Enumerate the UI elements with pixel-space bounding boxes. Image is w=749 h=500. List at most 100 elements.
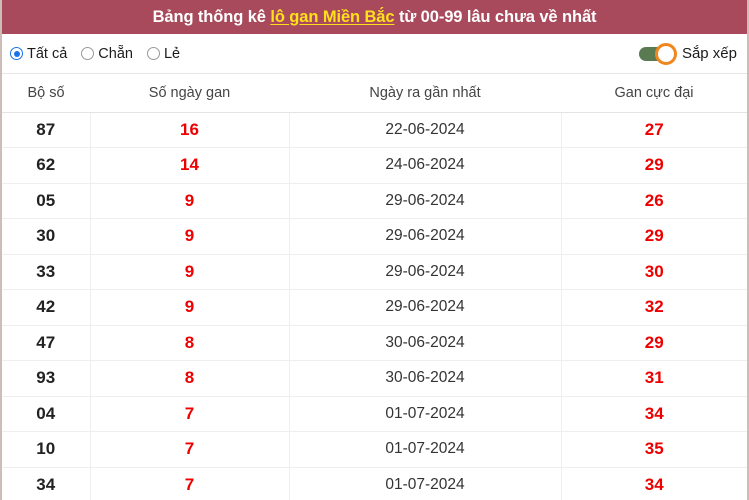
table-header-row: Bộ số Số ngày gan Ngày ra gần nhất Gan c… — [2, 74, 747, 113]
cell-so-ngay-gan: 7 — [90, 396, 290, 432]
cell-gan-cuc-dai-text: 32 — [644, 297, 664, 317]
filter-toolbar: Tất cả Chẵn Lẻ Sắp xếp — [2, 34, 747, 74]
sort-toggle-group[interactable]: Sắp xếp — [638, 43, 737, 65]
cell-ngay-ra-gan-nhat-text: 30-06-2024 — [385, 333, 465, 351]
cell-so-ngay-gan: 7 — [90, 431, 290, 468]
page-title-highlight[interactable]: lô gan Miền Bắc — [270, 8, 394, 26]
radio-option-le[interactable]: Lẻ — [146, 45, 181, 62]
table-row[interactable]: 30 9 29-06-2024 29 — [2, 218, 747, 255]
cell-so-ngay-gan: 7 — [90, 467, 290, 500]
cell-so-ngay-gan: 9 — [90, 289, 290, 326]
cell-gan-cuc-dai-text: 30 — [644, 261, 664, 281]
cell-ngay-ra-gan-nhat-text: 29-06-2024 — [385, 191, 465, 209]
cell-gan-cuc-dai: 31 — [561, 360, 747, 397]
cell-so-ngay-gan-text: 8 — [184, 368, 195, 388]
cell-ngay-ra-gan-nhat: 29-06-2024 — [289, 289, 562, 326]
cell-so-ngay-gan-text: 14 — [180, 155, 199, 175]
cell-gan-cuc-dai: 32 — [561, 289, 747, 326]
cell-ngay-ra-gan-nhat-text: 01-07-2024 — [385, 404, 465, 422]
cell-bo-so-text: 87 — [36, 119, 56, 139]
table-row[interactable]: 10 7 01-07-2024 35 — [2, 431, 747, 468]
radio-dot-icon — [81, 47, 95, 60]
cell-bo-so-text: 42 — [36, 297, 56, 317]
cell-so-ngay-gan-text: 7 — [184, 474, 195, 494]
column-header-so-ngay-gan[interactable]: Số ngày gan — [90, 74, 289, 113]
cell-bo-so: 10 — [2, 431, 91, 468]
cell-gan-cuc-dai-text: 31 — [644, 368, 664, 388]
table-row[interactable]: 87 16 22-06-2024 27 — [2, 112, 747, 148]
cell-so-ngay-gan-text: 9 — [184, 190, 195, 210]
cell-bo-so-text: 10 — [36, 439, 56, 459]
cell-ngay-ra-gan-nhat: 01-07-2024 — [289, 431, 562, 468]
cell-ngay-ra-gan-nhat: 24-06-2024 — [289, 147, 562, 184]
cell-ngay-ra-gan-nhat-text: 29-06-2024 — [385, 298, 465, 316]
radio-label-chan: Chẵn — [98, 45, 133, 62]
column-header-bo-so[interactable]: Bộ số — [2, 74, 90, 113]
cell-bo-so-text: 04 — [36, 403, 56, 423]
cell-gan-cuc-dai: 27 — [561, 112, 747, 148]
page-header-bar: Bảng thống kê lô gan Miền Bắc từ 00-99 l… — [2, 0, 747, 34]
cell-gan-cuc-dai-text: 29 — [644, 332, 664, 352]
radio-option-chan[interactable]: Chẵn — [81, 46, 133, 62]
cell-bo-so-text: 62 — [36, 155, 56, 175]
table-row[interactable]: 62 14 24-06-2024 29 — [2, 147, 747, 184]
table-row[interactable]: 34 7 01-07-2024 34 — [2, 467, 747, 500]
lo-gan-table: Bộ số Số ngày gan Ngày ra gần nhất Gan c… — [2, 74, 747, 500]
cell-ngay-ra-gan-nhat: 30-06-2024 — [289, 360, 562, 397]
cell-so-ngay-gan: 8 — [90, 325, 290, 361]
cell-bo-so-text: 05 — [36, 190, 56, 210]
cell-bo-so-text: 30 — [36, 226, 56, 246]
sort-toggle-switch[interactable] — [638, 43, 677, 65]
cell-ngay-ra-gan-nhat-text: 29-06-2024 — [385, 262, 465, 280]
table-row[interactable]: 42 9 29-06-2024 32 — [2, 289, 747, 326]
page-root: Bảng thống kê lô gan Miền Bắc từ 00-99 l… — [0, 0, 749, 500]
sort-toggle-label: Sắp xếp — [681, 45, 737, 62]
radio-label-tat-ca: Tất cả — [27, 45, 68, 62]
radio-option-tat-ca[interactable]: Tất cả — [10, 46, 67, 62]
table-row[interactable]: 05 9 29-06-2024 26 — [2, 183, 747, 219]
cell-ngay-ra-gan-nhat: 29-06-2024 — [289, 254, 562, 290]
cell-gan-cuc-dai: 35 — [561, 431, 747, 468]
table-row[interactable]: 47 8 30-06-2024 29 — [2, 325, 747, 361]
cell-so-ngay-gan-text: 16 — [180, 119, 199, 139]
cell-bo-so: 93 — [2, 360, 91, 397]
cell-gan-cuc-dai-text: 26 — [644, 190, 664, 210]
cell-so-ngay-gan-text: 9 — [184, 226, 195, 246]
cell-bo-so: 34 — [2, 467, 91, 500]
cell-ngay-ra-gan-nhat-text: 01-07-2024 — [385, 475, 465, 493]
cell-gan-cuc-dai-text: 34 — [644, 403, 664, 423]
radio-label-le: Lẻ — [163, 45, 181, 62]
cell-so-ngay-gan: 9 — [90, 254, 290, 290]
cell-ngay-ra-gan-nhat: 22-06-2024 — [289, 112, 562, 148]
table-row[interactable]: 04 7 01-07-2024 34 — [2, 396, 747, 432]
table-row[interactable]: 33 9 29-06-2024 30 — [2, 254, 747, 290]
cell-ngay-ra-gan-nhat: 29-06-2024 — [289, 218, 562, 255]
cell-bo-so: 87 — [2, 112, 91, 148]
cell-ngay-ra-gan-nhat: 01-07-2024 — [289, 467, 562, 500]
cell-bo-so-text: 33 — [36, 261, 56, 281]
cell-gan-cuc-dai-text: 29 — [644, 226, 664, 246]
column-header-gan-cuc-dai[interactable]: Gan cực đại — [561, 74, 747, 113]
table-row[interactable]: 93 8 30-06-2024 31 — [2, 360, 747, 397]
cell-gan-cuc-dai-text: 34 — [644, 474, 664, 494]
cell-gan-cuc-dai: 34 — [561, 396, 747, 432]
cell-so-ngay-gan-text: 8 — [184, 332, 195, 352]
page-title-prefix: Bảng thống kê — [152, 7, 271, 26]
cell-gan-cuc-dai: 34 — [561, 467, 747, 500]
cell-ngay-ra-gan-nhat-text: 22-06-2024 — [385, 120, 465, 138]
cell-gan-cuc-dai-text: 35 — [644, 439, 664, 459]
column-header-ngay-ra-gan-nhat[interactable]: Ngày ra gần nhất — [289, 74, 561, 113]
radio-dot-icon — [10, 47, 23, 60]
cell-gan-cuc-dai-text: 27 — [644, 119, 664, 139]
cell-bo-so-text: 47 — [36, 332, 56, 352]
cell-so-ngay-gan: 14 — [90, 147, 290, 184]
cell-bo-so-text: 34 — [36, 474, 56, 494]
cell-so-ngay-gan: 9 — [90, 218, 290, 255]
cell-ngay-ra-gan-nhat-text: 29-06-2024 — [385, 227, 465, 245]
table-body: 87 16 22-06-2024 27 62 14 24-06-2024 29 05 9 29-06… — [2, 112, 747, 500]
cell-so-ngay-gan: 9 — [90, 183, 290, 219]
cell-so-ngay-gan-text: 9 — [184, 261, 195, 281]
cell-so-ngay-gan-text: 7 — [184, 403, 195, 423]
cell-gan-cuc-dai: 29 — [561, 325, 747, 361]
cell-ngay-ra-gan-nhat-text: 24-06-2024 — [385, 156, 465, 174]
